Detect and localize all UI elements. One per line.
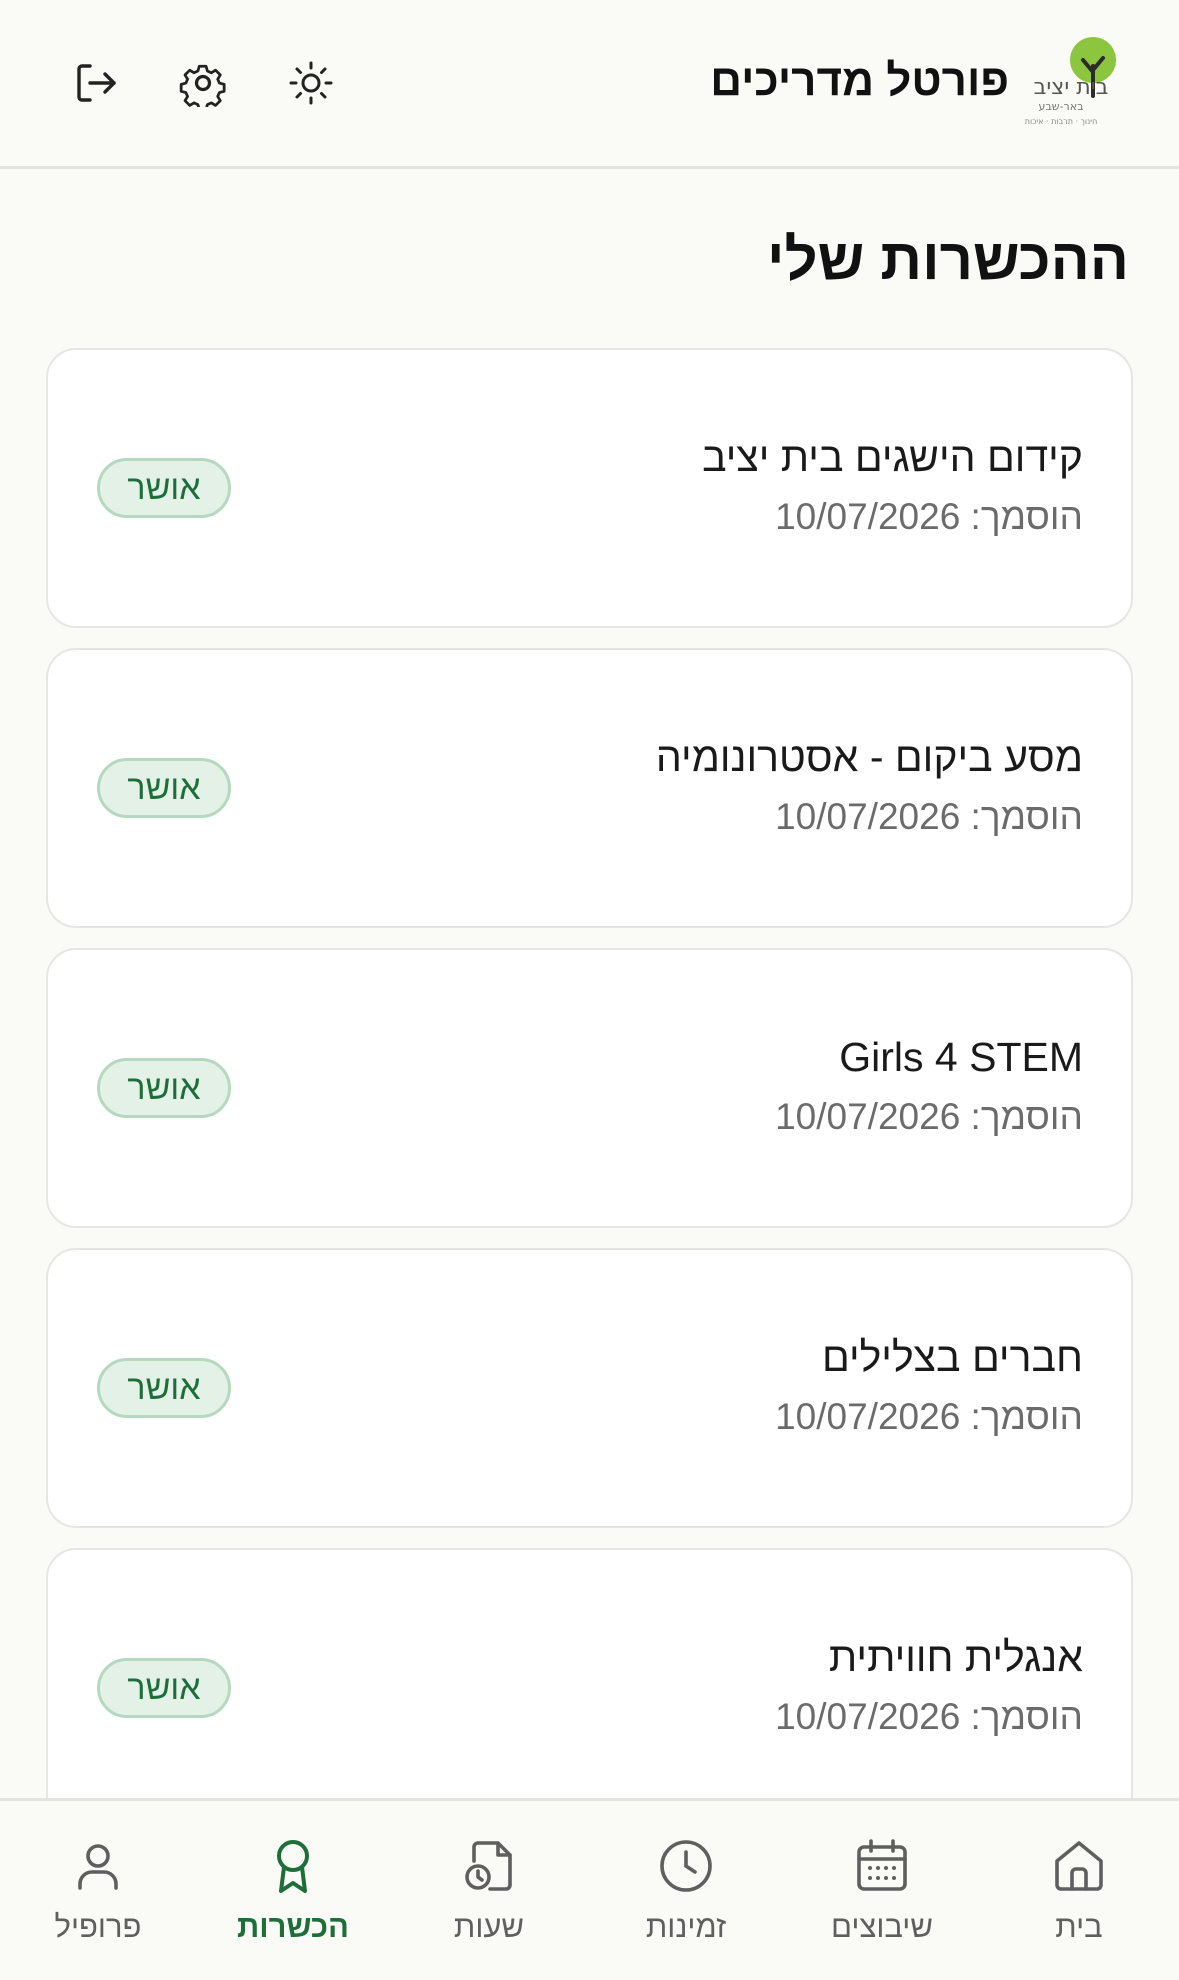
nav-item-profile[interactable]: פרופיל	[18, 1801, 178, 1980]
nav-label: פרופיל	[54, 1909, 142, 1944]
nav-item-hours[interactable]: שעות	[409, 1801, 569, 1980]
nav-label: הכשרות	[237, 1909, 349, 1944]
status-badge: אושר	[97, 458, 231, 518]
nav-item-availability[interactable]: זמינות	[606, 1801, 766, 1980]
file-clock-icon	[458, 1835, 520, 1897]
nav-label: שעות	[453, 1909, 525, 1944]
nav-label: זמינות	[645, 1909, 727, 1944]
bottom-nav: פרופיל הכשרות שעות זמינות שיבוצים בית	[0, 1798, 1179, 1980]
training-name: חברים בצלילים	[821, 1334, 1083, 1380]
nav-label: בית	[1055, 1909, 1103, 1944]
training-card[interactable]: אנגלית חוויתית הוסמך: 10/07/2026 אושר	[46, 1548, 1133, 1828]
nav-label: שיבוצים	[830, 1909, 933, 1944]
status-badge: אושר	[97, 1058, 231, 1118]
home-icon	[1048, 1835, 1110, 1897]
award-icon	[262, 1835, 324, 1897]
training-date: הוסמך: 10/07/2026	[775, 1396, 1083, 1437]
status-badge: אושר	[97, 1358, 231, 1418]
nav-item-home[interactable]: בית	[999, 1801, 1159, 1980]
nav-item-trainings[interactable]: הכשרות	[213, 1801, 373, 1980]
training-name: אנגלית חוויתית	[828, 1634, 1083, 1680]
user-icon	[67, 1835, 129, 1897]
training-card[interactable]: חברים בצלילים הוסמך: 10/07/2026 אושר	[46, 1248, 1133, 1528]
training-card[interactable]: מסע ביקום - אסטרונומיה הוסמך: 10/07/2026…	[46, 648, 1133, 928]
status-badge: אושר	[97, 1658, 231, 1718]
training-name: Girls 4 STEM	[839, 1034, 1083, 1080]
training-date: הוסמך: 10/07/2026	[775, 796, 1083, 837]
training-name: קידום הישגים בית יציב	[702, 434, 1083, 480]
training-date: הוסמך: 10/07/2026	[775, 1696, 1083, 1737]
training-date: הוסמך: 10/07/2026	[775, 496, 1083, 537]
nav-item-assignments[interactable]: שיבוצים	[802, 1801, 962, 1980]
calendar-icon	[851, 1835, 913, 1897]
training-list: קידום הישגים בית יציב הוסמך: 10/07/2026 …	[0, 0, 1179, 1980]
training-name: מסע ביקום - אסטרונומיה	[655, 734, 1083, 780]
training-card[interactable]: קידום הישגים בית יציב הוסמך: 10/07/2026 …	[46, 348, 1133, 628]
clock-icon	[655, 1835, 717, 1897]
training-card[interactable]: Girls 4 STEM הוסמך: 10/07/2026 אושר	[46, 948, 1133, 1228]
status-badge: אושר	[97, 758, 231, 818]
training-date: הוסמך: 10/07/2026	[775, 1096, 1083, 1137]
